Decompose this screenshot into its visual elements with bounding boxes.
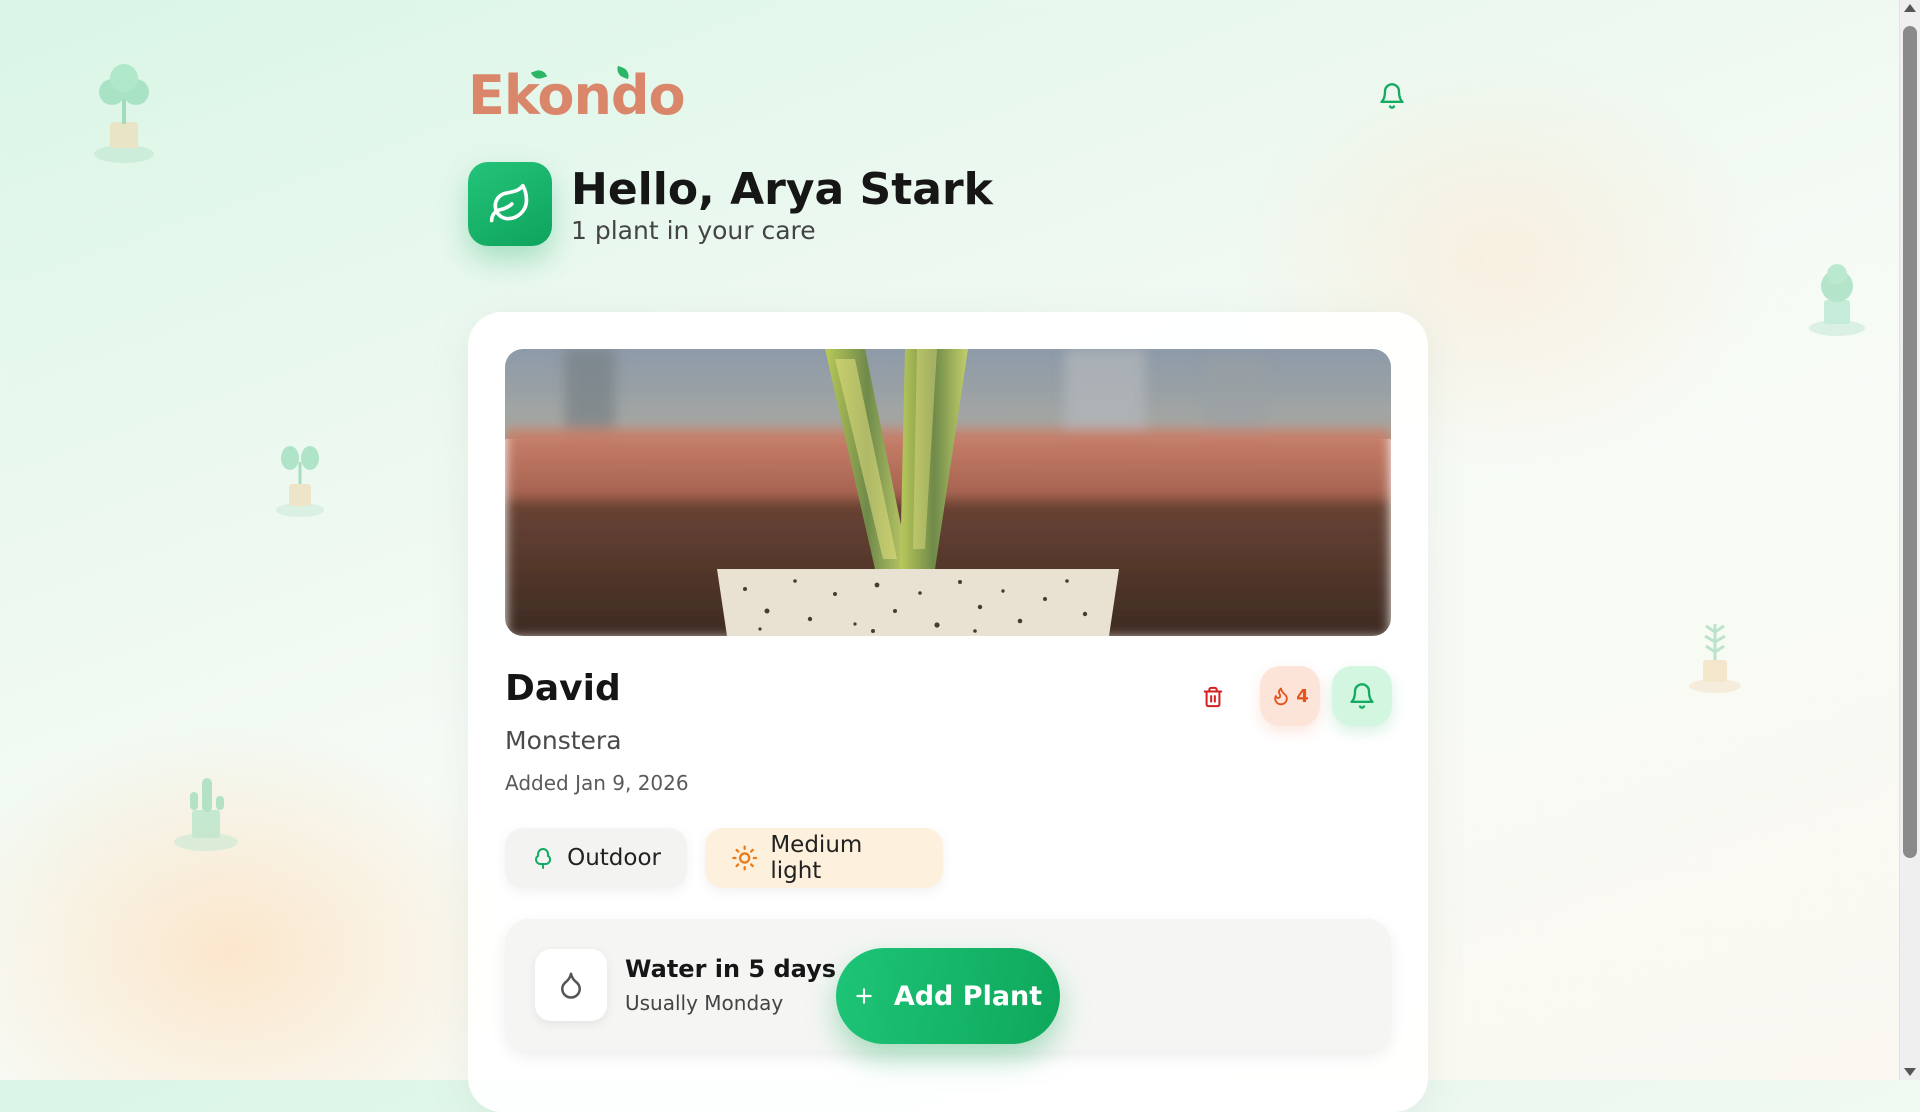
streak-count: 4 xyxy=(1296,685,1309,707)
decorative-cactus-icon xyxy=(172,772,240,852)
add-plant-label: Add Plant xyxy=(893,980,1043,1012)
watering-streak-badge[interactable]: 4 xyxy=(1260,666,1320,726)
plant-photo xyxy=(505,349,1391,636)
plant-reminder-button[interactable] xyxy=(1332,666,1392,726)
scroll-down-arrow-icon[interactable] xyxy=(1904,1068,1916,1076)
decorative-plant-icon xyxy=(272,440,328,520)
water-subtitle: Usually Monday xyxy=(625,991,784,1015)
tag-outdoor-label: Outdoor xyxy=(567,845,661,871)
trash-icon xyxy=(1203,686,1223,708)
sun-icon xyxy=(732,845,758,871)
scrollbar-thumb[interactable] xyxy=(1903,26,1917,858)
tag-light: Medium light xyxy=(705,828,943,888)
water-title: Water in 5 days xyxy=(625,955,837,983)
add-plant-button[interactable]: Add Plant xyxy=(836,948,1060,1044)
page-scrollbar[interactable] xyxy=(1899,0,1920,1080)
greeting-section: Hello, Arya Stark 1 plant in your care xyxy=(468,162,1168,252)
leaf-icon xyxy=(468,162,552,246)
bell-icon xyxy=(1350,683,1374,709)
decorative-plant-icon xyxy=(88,58,160,168)
plant-added-date: Added Jan 9, 2026 xyxy=(505,771,689,795)
greeting-title: Hello, Arya Stark xyxy=(571,164,993,215)
scroll-up-arrow-icon[interactable] xyxy=(1904,4,1916,12)
notifications-bell-icon[interactable] xyxy=(1378,82,1406,110)
plant-name: David xyxy=(505,668,621,709)
decorative-plant-icon xyxy=(1686,616,1744,696)
plant-species: Monstera xyxy=(505,726,622,755)
water-drop-icon xyxy=(535,949,607,1021)
delete-plant-button[interactable] xyxy=(1198,681,1228,713)
plus-icon xyxy=(856,988,872,1004)
tree-icon xyxy=(535,847,552,870)
decorative-plant-icon xyxy=(1806,258,1868,338)
tag-light-label: Medium light xyxy=(770,832,863,884)
top-bar: Ekondo xyxy=(468,64,1428,127)
app-logo[interactable]: Ekondo xyxy=(468,64,686,127)
tag-outdoor: Outdoor xyxy=(505,828,687,888)
greeting-subtitle: 1 plant in your care xyxy=(571,216,816,245)
flame-icon xyxy=(1274,687,1288,706)
